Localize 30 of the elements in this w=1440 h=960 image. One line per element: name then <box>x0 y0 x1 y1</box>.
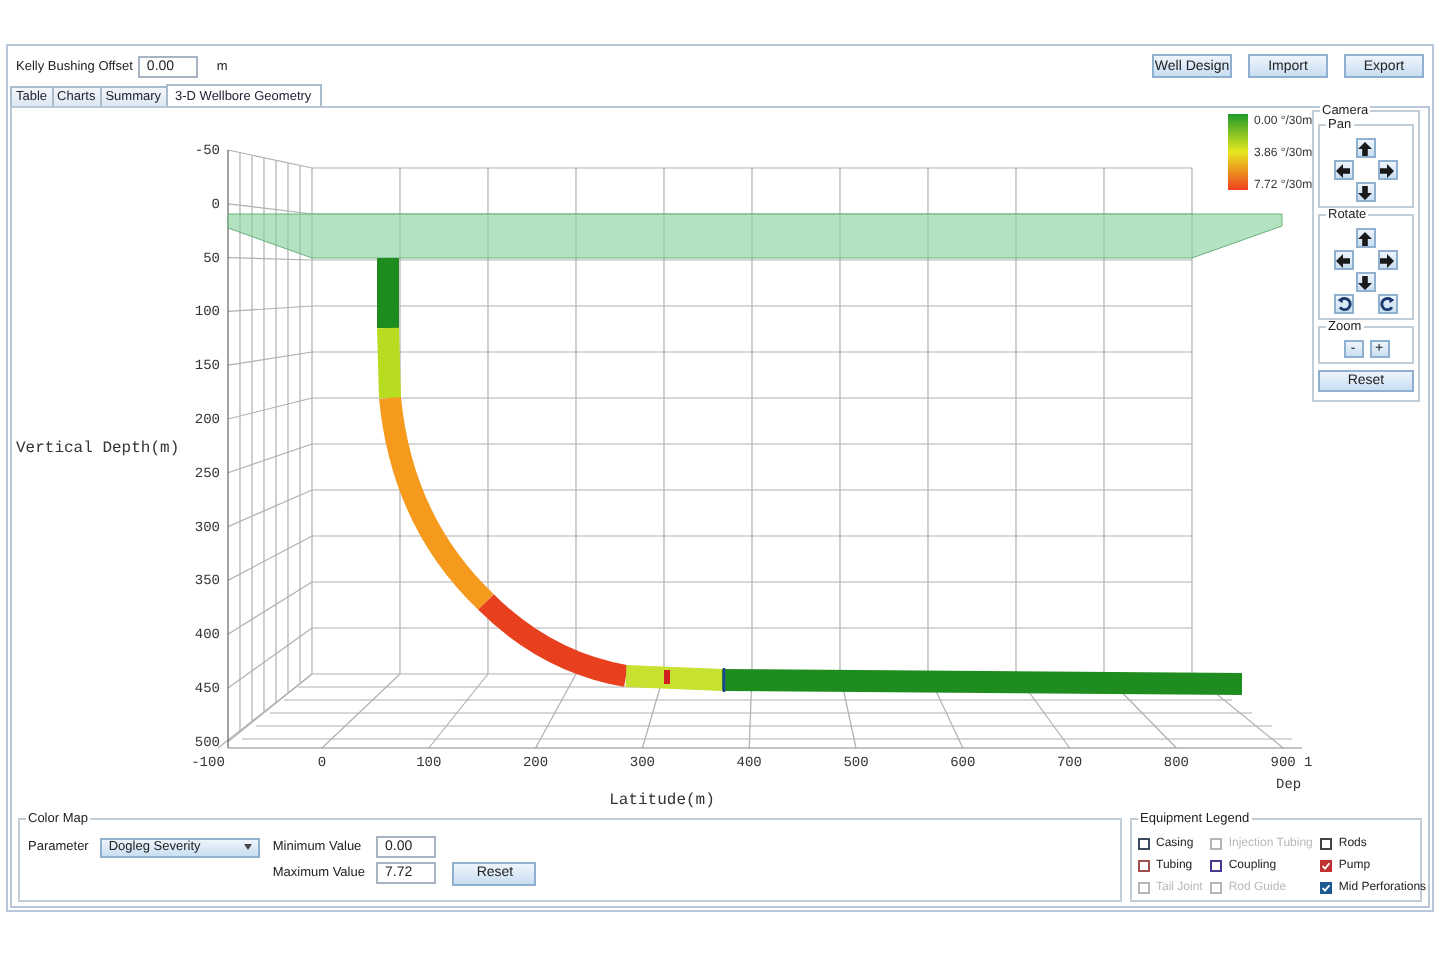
color-scale-bar <box>1228 114 1248 190</box>
axis-title: Vertical Depth(m) <box>16 440 180 458</box>
checkbox[interactable] <box>1320 859 1333 871</box>
arrow-up-icon <box>1358 231 1372 245</box>
right-button[interactable] <box>1377 250 1397 270</box>
rotate-clockwise-icon <box>1379 296 1395 312</box>
arrow-left-icon <box>1336 163 1350 177</box>
down-button[interactable] <box>1355 272 1375 292</box>
arrow-down-icon <box>1358 185 1372 199</box>
rotate-counterclockwise-icon <box>1335 296 1351 312</box>
left-button[interactable] <box>1333 160 1353 180</box>
checkbox[interactable] <box>1320 837 1333 849</box>
rotate-right-button[interactable] <box>1377 294 1397 314</box>
arrow-down-icon <box>1358 275 1372 289</box>
arrow-left-icon <box>1336 253 1350 267</box>
checkbox[interactable] <box>1138 837 1150 849</box>
arrow-up-icon <box>1358 141 1372 155</box>
checkbox[interactable] <box>1210 859 1223 871</box>
up-button[interactable] <box>1355 228 1375 248</box>
checkbox[interactable] <box>1320 881 1333 893</box>
arrow-right-icon <box>1380 253 1394 267</box>
arrow-right-icon <box>1380 163 1394 177</box>
left-button[interactable] <box>1333 250 1353 270</box>
rotate-left-button[interactable] <box>1333 294 1353 314</box>
checkbox[interactable] <box>1138 859 1150 871</box>
caret-icon <box>244 844 253 850</box>
down-button[interactable] <box>1355 182 1375 202</box>
axis-title: Latitude(m) <box>609 792 715 808</box>
up-button[interactable] <box>1355 138 1375 158</box>
right-button[interactable] <box>1377 160 1397 180</box>
